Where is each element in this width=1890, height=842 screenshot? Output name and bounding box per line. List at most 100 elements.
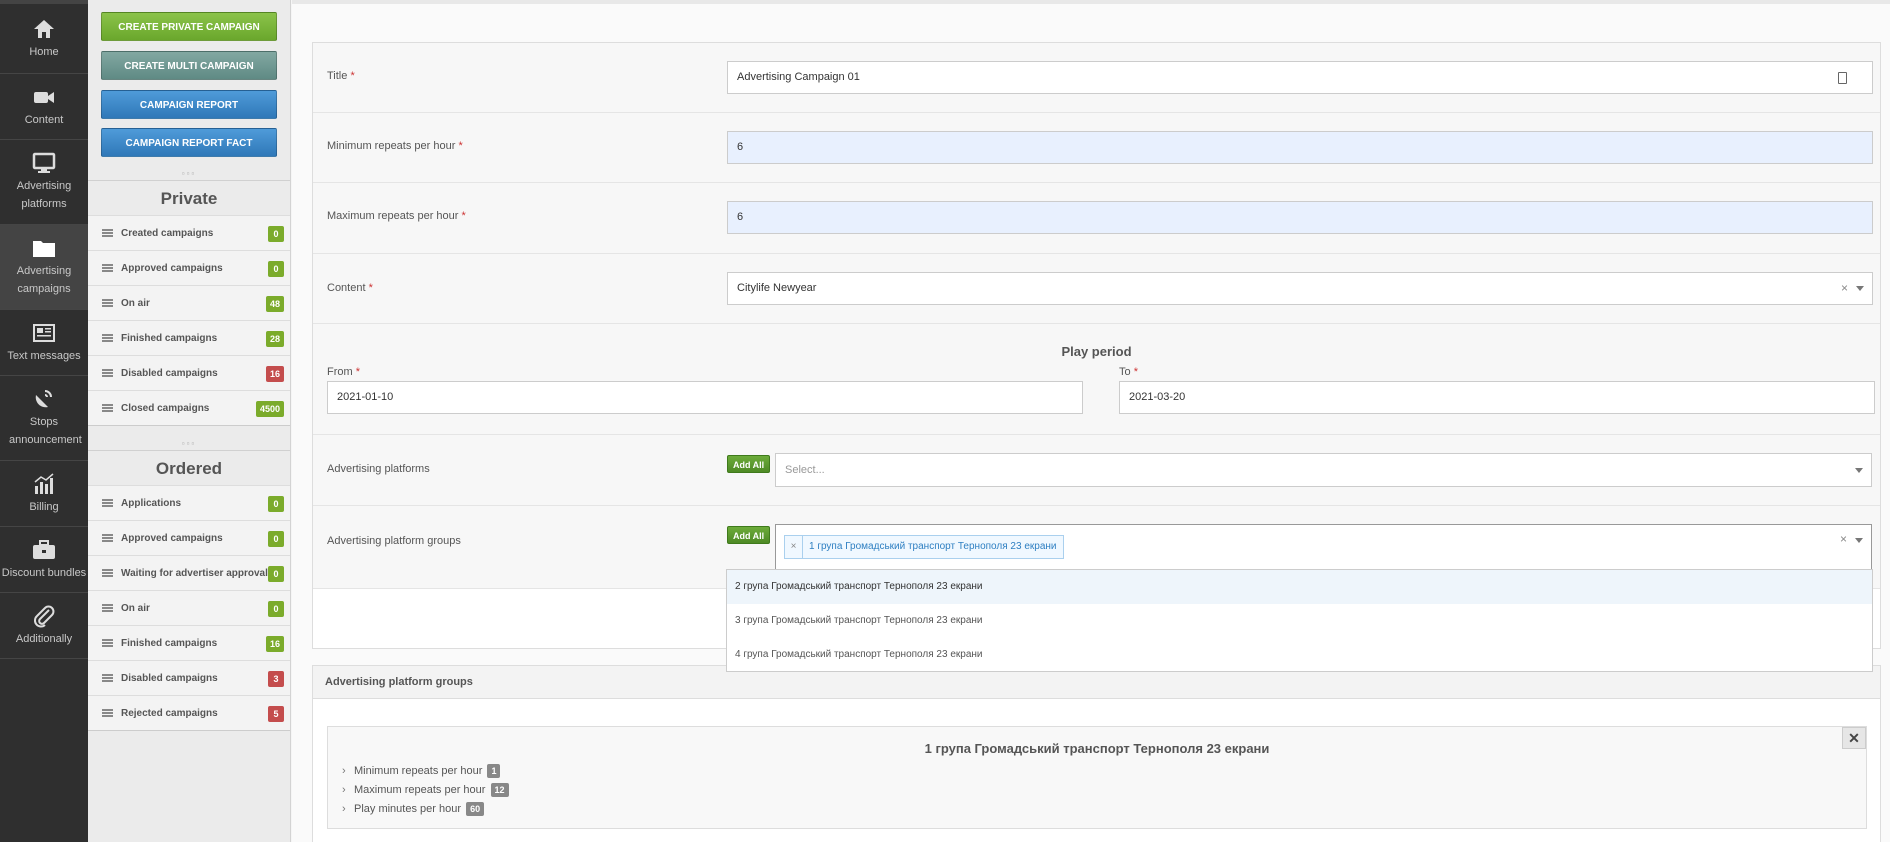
create-private-campaign-button[interactable]: CREATE PRIVATE CAMPAIGN [101, 12, 277, 41]
contact-card-icon [1838, 72, 1847, 84]
ordered-list-item[interactable]: On air 0 [88, 590, 290, 625]
nav-item-home[interactable]: Home [0, 0, 88, 74]
chevron-down-icon[interactable] [1855, 468, 1863, 473]
list-icon [102, 229, 113, 237]
chevron-down-icon[interactable] [1856, 286, 1864, 291]
to-date-input[interactable]: 2021-03-20 [1119, 381, 1875, 414]
chart-icon [34, 472, 54, 494]
selected-group-chip[interactable]: × 1 група Громадський транспорт Тернопол… [784, 535, 1064, 559]
list-item-label: Approved campaigns [121, 262, 223, 274]
satellite-dish-icon [35, 390, 52, 408]
ordered-list-item[interactable]: Waiting for advertiser approval 0 [88, 555, 290, 590]
dropdown-option[interactable]: 3 група Громадський транспорт Тернополя … [727, 604, 1872, 638]
list-icon [102, 299, 113, 307]
close-icon[interactable]: ✕ [1842, 727, 1866, 749]
list-item-label: On air [121, 602, 150, 614]
nav-item-discount-bundles[interactable]: Discount bundles [0, 527, 88, 593]
nav-item-advertising-platforms[interactable]: Advertising platforms [0, 140, 88, 225]
main-content: Title * Advertising Campaign 01 Minimum … [292, 0, 1890, 842]
list-icon [102, 709, 113, 717]
create-multi-campaign-button[interactable]: CREATE MULTI CAMPAIGN [101, 51, 277, 80]
count-badge: 48 [265, 296, 284, 312]
list-icon [102, 264, 113, 272]
play-period-row: Play period From * 2021-01-10 To * 2021-… [313, 324, 1880, 435]
panel-grip-handle[interactable]: ▫▫▫ [88, 438, 290, 450]
min-repeats-input[interactable]: 6 [727, 131, 1873, 164]
video-camera-icon [34, 91, 54, 103]
add-all-groups-button[interactable]: Add All [727, 526, 771, 544]
title-row: Title * Advertising Campaign 01 [313, 43, 1880, 113]
dropdown-option[interactable]: 2 група Громадський транспорт Тернополя … [727, 570, 1872, 604]
private-list-item[interactable]: On air 48 [88, 285, 290, 320]
nav-item-advertising-campaigns[interactable]: Advertising campaigns [0, 225, 88, 310]
list-icon [102, 499, 113, 507]
nav-label: Text messages [7, 349, 81, 362]
clear-icon[interactable]: × [1840, 532, 1847, 546]
platform-groups-label: Advertising platform groups [327, 535, 461, 547]
nav-item-content[interactable]: Content [0, 74, 88, 140]
clear-icon[interactable]: × [1841, 273, 1848, 304]
list-item-label: Finished campaigns [121, 332, 218, 344]
panel-grip-handle[interactable]: ▫▫▫ [88, 168, 290, 180]
platforms-select[interactable]: Select... [775, 453, 1872, 487]
from-label: From * [327, 366, 361, 378]
folder-icon [33, 241, 55, 257]
nav-item-text-messages[interactable]: Text messages [0, 310, 88, 376]
campaign-report-button[interactable]: CAMPAIGN REPORT [101, 90, 277, 119]
max-repeats-input[interactable]: 6 [727, 201, 1873, 234]
chevron-down-icon[interactable] [1855, 538, 1863, 543]
platform-groups-select[interactable]: × 1 група Громадський транспорт Тернопол… [775, 524, 1872, 570]
list-item-label: Waiting for advertiser approval [121, 567, 268, 579]
platform-groups-panel: Advertising platform groups ✕ 1 група Гр… [312, 665, 1881, 842]
group-stat: Minimum repeats per hour 1 [328, 762, 1866, 781]
campaign-form: Title * Advertising Campaign 01 Minimum … [312, 42, 1881, 649]
list-item-label: Closed campaigns [121, 402, 210, 414]
ordered-list-item[interactable]: Disabled campaigns 3 [88, 660, 290, 695]
max-repeats-row: Maximum repeats per hour * 6 [313, 183, 1880, 254]
nav-item-additionally[interactable]: Additionally [0, 593, 88, 659]
nav-item-stops-announcement[interactable]: Stops announcement [0, 376, 88, 461]
newspaper-icon [33, 323, 55, 342]
from-date-input[interactable]: 2021-01-10 [327, 381, 1083, 414]
nav-label: Home [29, 45, 59, 58]
list-item-label: Disabled campaigns [121, 672, 218, 684]
private-list-item[interactable]: Disabled campaigns 16 [88, 355, 290, 390]
list-item-label: Finished campaigns [121, 637, 218, 649]
add-all-platforms-button[interactable]: Add All [727, 455, 771, 473]
stat-badge: 60 [466, 802, 485, 816]
list-icon [102, 674, 113, 682]
count-badge: 16 [265, 366, 284, 382]
monitor-icon [32, 152, 56, 173]
nav-item-billing[interactable]: Billing [0, 461, 88, 527]
list-icon [102, 604, 113, 612]
private-list-item[interactable]: Approved campaigns 0 [88, 250, 290, 285]
list-icon [102, 534, 113, 542]
private-list-item[interactable]: Closed campaigns 4500 [88, 390, 290, 425]
ordered-list-item[interactable]: Rejected campaigns 5 [88, 695, 290, 730]
count-badge: 3 [268, 671, 284, 687]
platforms-row: Advertising platforms Add All Select... [313, 435, 1880, 506]
private-list-item[interactable]: Created campaigns 0 [88, 215, 290, 250]
nav-label: Advertising platforms [16, 180, 72, 210]
campaign-report-fact-button[interactable]: CAMPAIGN REPORT FACT [101, 128, 277, 157]
count-badge: 5 [268, 706, 284, 722]
count-badge: 4500 [255, 401, 284, 417]
list-item-label: Created campaigns [121, 227, 214, 239]
private-list-item[interactable]: Finished campaigns 28 [88, 320, 290, 355]
private-section-title: Private [88, 180, 290, 215]
campaign-sidebar: CREATE PRIVATE CAMPAIGN CREATE MULTI CAM… [88, 0, 291, 842]
stat-badge: 12 [490, 783, 509, 797]
list-icon [102, 569, 113, 577]
group-stat: Maximum repeats per hour 12 [328, 781, 1866, 800]
ordered-list-item[interactable]: Approved campaigns 0 [88, 520, 290, 555]
ordered-campaign-list: Applications 0 Approved campaigns 0 Waiting … [88, 485, 290, 730]
dropdown-option[interactable]: 4 група Громадський транспорт Тернополя … [727, 638, 1872, 672]
content-select[interactable]: Citylife Newyear × [727, 272, 1873, 305]
play-period-title: Play period [1061, 344, 1132, 359]
ordered-list-item[interactable]: Applications 0 [88, 485, 290, 520]
list-item-label: Rejected campaigns [121, 707, 218, 719]
ordered-list-item[interactable]: Finished campaigns 16 [88, 625, 290, 660]
group-card: ✕ 1 група Громадський транспорт Тернопол… [327, 726, 1867, 829]
remove-chip-icon[interactable]: × [785, 536, 803, 558]
title-input[interactable]: Advertising Campaign 01 [727, 61, 1873, 94]
